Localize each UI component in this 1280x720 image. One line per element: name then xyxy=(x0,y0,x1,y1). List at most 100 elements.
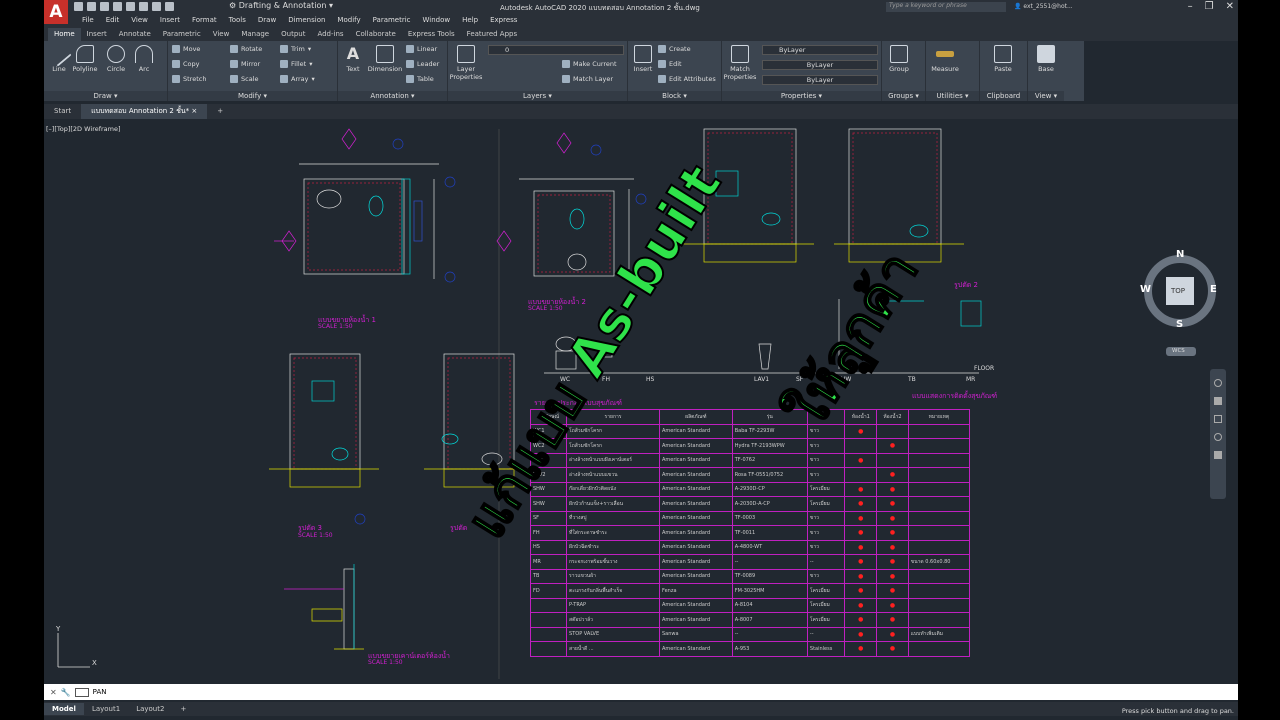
make-current-button[interactable]: Make Current xyxy=(562,60,617,68)
user-account[interactable]: 👤 ext_2551@hot... xyxy=(1014,3,1073,10)
menu-edit[interactable]: Edit xyxy=(100,14,126,28)
group-button[interactable]: Group xyxy=(884,45,914,73)
tab-view[interactable]: View xyxy=(207,28,236,41)
panel-view-title[interactable]: View ▾ xyxy=(1028,91,1064,101)
rotate-button[interactable]: Rotate xyxy=(230,45,262,53)
menu-draw[interactable]: Draw xyxy=(252,14,282,28)
tab-manage[interactable]: Manage xyxy=(235,28,275,41)
tab-collaborate[interactable]: Collaborate xyxy=(350,28,402,41)
stretch-button[interactable]: Stretch xyxy=(172,75,206,83)
measure-button[interactable]: Measure xyxy=(930,45,960,73)
tab-output[interactable]: Output xyxy=(275,28,311,41)
menu-file[interactable]: File xyxy=(76,14,100,28)
color-dropdown[interactable]: ByLayer xyxy=(762,45,878,55)
customize-cmd-icon[interactable]: 🔧 xyxy=(61,688,71,697)
text-button[interactable]: A Text xyxy=(338,45,368,74)
circle-button[interactable]: Circle xyxy=(101,45,131,73)
layer-properties-button[interactable]: Layer Properties xyxy=(448,45,484,81)
compass-e[interactable]: E xyxy=(1210,284,1217,295)
table-button[interactable]: Table xyxy=(406,75,434,83)
panel-utilities-title[interactable]: Utilities ▾ xyxy=(926,91,979,101)
match-properties-button[interactable]: Match Properties xyxy=(722,45,758,81)
viewcube[interactable]: N S E W TOP WCS xyxy=(1140,244,1234,359)
leader-button[interactable]: Leader xyxy=(406,60,439,68)
command-line[interactable]: ✕ 🔧 PAN xyxy=(44,684,1238,700)
tab-annotate[interactable]: Annotate xyxy=(113,28,157,41)
viewcube-top[interactable]: TOP xyxy=(1171,287,1185,295)
orbit-icon[interactable] xyxy=(1214,433,1222,441)
workspace-switcher[interactable]: ⚙ Drafting & Annotation ▾ xyxy=(229,1,333,10)
panel-modify-title[interactable]: Modify ▾ xyxy=(168,91,337,101)
tab-featured-apps[interactable]: Featured Apps xyxy=(461,28,523,41)
viewport-controls[interactable]: [–][Top][2D Wireframe] xyxy=(46,125,121,133)
compass-n[interactable]: N xyxy=(1176,249,1184,260)
arc-button[interactable]: Arc xyxy=(129,45,159,73)
menu-window[interactable]: Window xyxy=(417,14,457,28)
plot-icon[interactable] xyxy=(139,2,148,11)
save-as-icon[interactable] xyxy=(113,2,122,11)
move-button[interactable]: Move xyxy=(172,45,200,53)
redo-icon[interactable] xyxy=(165,2,174,11)
restore-icon[interactable]: ❐ xyxy=(1205,1,1214,12)
tab-start[interactable]: Start xyxy=(44,104,81,119)
copy-button[interactable]: Copy xyxy=(172,60,200,68)
close-cmd-icon[interactable]: ✕ xyxy=(50,688,57,697)
new-icon[interactable] xyxy=(74,2,83,11)
tab-insert[interactable]: Insert xyxy=(81,28,113,41)
tab-add-ins[interactable]: Add-ins xyxy=(311,28,349,41)
undo-icon[interactable] xyxy=(152,2,161,11)
fillet-button[interactable]: Fillet ▾ xyxy=(280,60,313,68)
pan-icon[interactable] xyxy=(1214,397,1222,405)
close-icon[interactable]: ✕ xyxy=(1226,1,1234,12)
panel-properties-title[interactable]: Properties ▾ xyxy=(722,91,881,101)
compass-s[interactable]: S xyxy=(1176,319,1183,330)
menu-dimension[interactable]: Dimension xyxy=(282,14,331,28)
create-button[interactable]: Create xyxy=(658,45,691,53)
dimension-button[interactable]: Dimension xyxy=(366,45,404,73)
menu-modify[interactable]: Modify xyxy=(331,14,366,28)
menu-tools[interactable]: Tools xyxy=(223,14,252,28)
panel-clipboard-title[interactable]: Clipboard xyxy=(980,91,1027,101)
drawing-canvas[interactable]: Y X [–][Top][2D Wireframe] แบบขยายห้องน้… xyxy=(44,119,1238,683)
menu-format[interactable]: Format xyxy=(186,14,223,28)
save-icon[interactable] xyxy=(100,2,109,11)
showmotion-icon[interactable] xyxy=(1214,451,1222,459)
linear-button[interactable]: Linear xyxy=(406,45,437,53)
scale-button[interactable]: Scale xyxy=(230,75,259,83)
insert-button[interactable]: Insert xyxy=(628,45,658,73)
panel-layers-title[interactable]: Layers ▾ xyxy=(448,91,627,101)
compass-w[interactable]: W xyxy=(1140,284,1151,295)
menu-insert[interactable]: Insert xyxy=(154,14,186,28)
panel-draw-title[interactable]: Draw ▾ xyxy=(44,91,167,101)
minimize-icon[interactable]: – xyxy=(1188,1,1193,12)
tab-drawing[interactable]: แบบทดสอบ Annotation 2 ชั้น* × xyxy=(81,104,208,119)
new-tab-icon[interactable]: + xyxy=(207,104,233,119)
polyline-button[interactable]: Polyline xyxy=(70,45,100,73)
trim-button[interactable]: Trim ▾ xyxy=(280,45,311,53)
menu-view[interactable]: View xyxy=(125,14,154,28)
tab-parametric[interactable]: Parametric xyxy=(157,28,207,41)
tab-express-tools[interactable]: Express Tools xyxy=(402,28,461,41)
mirror-button[interactable]: Mirror xyxy=(230,60,260,68)
tab-layout2[interactable]: Layout2 xyxy=(128,703,172,715)
menu-express[interactable]: Express xyxy=(484,14,523,28)
tab-layout1[interactable]: Layout1 xyxy=(84,703,128,715)
base-button[interactable]: Base xyxy=(1031,45,1061,73)
tab-model[interactable]: Model xyxy=(44,703,84,715)
open-icon[interactable] xyxy=(87,2,96,11)
add-layout-icon[interactable]: + xyxy=(172,703,194,715)
tab-home[interactable]: Home xyxy=(48,28,81,41)
close-tab-icon[interactable]: × xyxy=(191,107,197,115)
navigation-bar[interactable] xyxy=(1210,369,1226,499)
wcs-menu[interactable]: WCS xyxy=(1172,348,1185,354)
panel-groups-title[interactable]: Groups ▾ xyxy=(882,91,925,101)
paste-button[interactable]: Paste xyxy=(988,45,1018,73)
menu-parametric[interactable]: Parametric xyxy=(367,14,417,28)
match-layer-button[interactable]: Match Layer xyxy=(562,75,613,83)
lineweight-dropdown[interactable]: ByLayer xyxy=(762,75,878,85)
cloud-icon[interactable] xyxy=(126,2,135,11)
linetype-dropdown[interactable]: ByLayer xyxy=(762,60,878,70)
search-input[interactable]: Type a keyword or phrase xyxy=(886,2,1006,12)
zoom-icon[interactable] xyxy=(1214,415,1222,423)
panel-block-title[interactable]: Block ▾ xyxy=(628,91,721,101)
